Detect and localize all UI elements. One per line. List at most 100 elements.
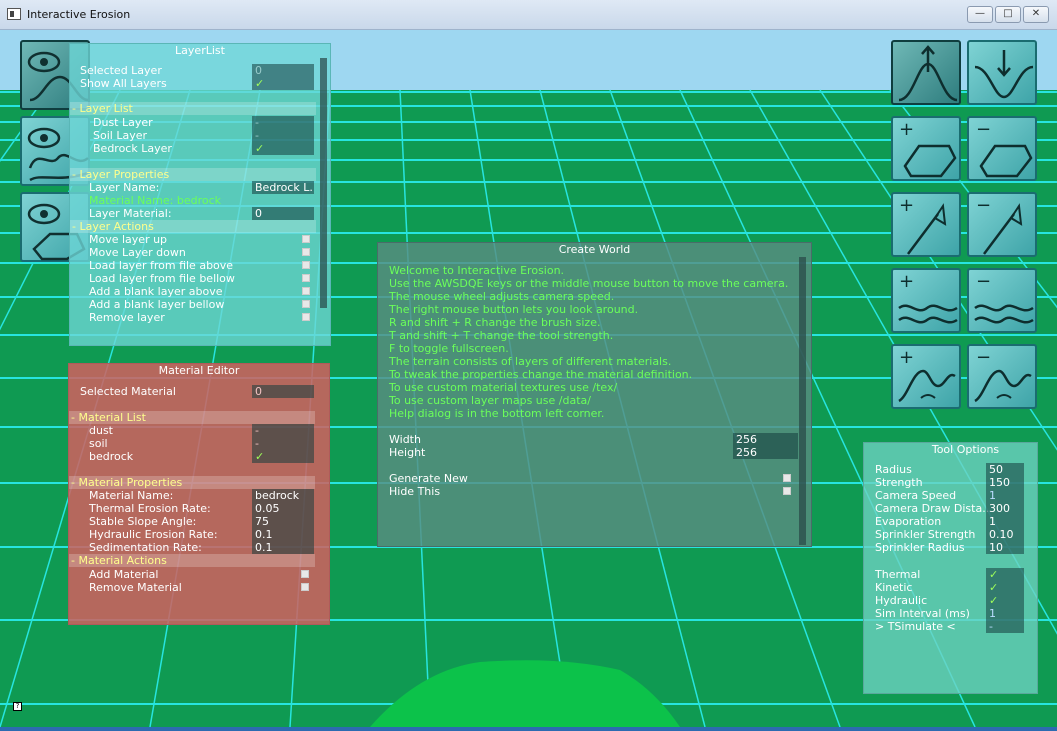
option-label: Evaporation xyxy=(875,515,942,528)
material-item-soil[interactable]: soil - xyxy=(69,437,319,450)
action-button[interactable] xyxy=(302,274,310,282)
material-editor-panel: Material Editor Selected Material 0 - Ma… xyxy=(68,363,330,625)
kinetic-checkbox[interactable]: ✓ xyxy=(986,581,1024,594)
radius-input[interactable]: 50 xyxy=(986,463,1024,476)
add-mound-icon: + xyxy=(898,347,956,403)
layer-list-section: - Layer List xyxy=(70,102,316,115)
action-button[interactable] xyxy=(302,313,310,321)
add-hexagon-button[interactable]: + xyxy=(891,116,961,181)
width-input[interactable]: 256 xyxy=(733,433,798,446)
camera-speed-input[interactable]: 1 xyxy=(986,489,1024,502)
hydraulic-erosion-rate-input[interactable]: 0.1 xyxy=(252,528,314,541)
layer-item-toggle[interactable]: - xyxy=(252,116,314,129)
action-button[interactable] xyxy=(301,583,309,591)
add-material-action[interactable]: Add Material xyxy=(69,568,319,581)
evaporation-input[interactable]: 1 xyxy=(986,515,1024,528)
move-layer-down-action[interactable]: Move Layer down xyxy=(70,246,320,259)
layer-item-bedrock[interactable]: Bedrock Layer ✓ xyxy=(70,142,320,155)
camera-speed-row: Camera Speed 1 xyxy=(864,489,1034,502)
raise-terrain-button[interactable] xyxy=(891,40,961,105)
generate-new-row[interactable]: Generate New xyxy=(378,472,803,485)
hide-this-button[interactable] xyxy=(783,487,791,495)
layer-item-dust[interactable]: Dust Layer - xyxy=(70,116,320,129)
minimize-button[interactable]: — xyxy=(967,6,993,23)
lower-terrain-icon xyxy=(974,50,1034,99)
option-label: Camera Speed xyxy=(875,489,957,502)
add-mound-button[interactable]: + xyxy=(891,344,961,409)
maximize-button[interactable]: □ xyxy=(995,6,1021,23)
material-list-section: - Material List xyxy=(69,411,315,424)
material-item-toggle[interactable]: ✓ xyxy=(252,450,314,463)
material-item-bedrock[interactable]: bedrock ✓ xyxy=(69,450,319,463)
svg-text:+: + xyxy=(899,271,914,292)
action-button[interactable] xyxy=(302,300,310,308)
remove-mound-button[interactable]: − xyxy=(967,344,1037,409)
material-name-input[interactable]: bedrock xyxy=(252,489,314,502)
help-line: The right mouse button lets you look aro… xyxy=(389,303,639,316)
hide-this-row[interactable]: Hide This xyxy=(378,485,803,498)
layer-item-toggle[interactable]: - xyxy=(252,129,314,142)
material-item-dust[interactable]: dust - xyxy=(69,424,319,437)
layer-item-label: Dust Layer xyxy=(93,116,153,129)
create-world-scrollbar[interactable] xyxy=(799,257,806,545)
close-button[interactable]: ✕ xyxy=(1023,6,1049,23)
layer-item-toggle[interactable]: ✓ xyxy=(252,142,314,155)
add-sprinkler-button[interactable]: + xyxy=(891,192,961,257)
height-input[interactable]: 256 xyxy=(733,446,798,459)
selected-material-input[interactable]: 0 xyxy=(252,385,314,398)
generate-new-label: Generate New xyxy=(389,472,468,485)
strength-input[interactable]: 150 xyxy=(986,476,1024,489)
sprinkler-strength-input[interactable]: 0.10 xyxy=(986,528,1024,541)
add-blank-layer-above-action[interactable]: Add a blank layer above xyxy=(70,285,320,298)
remove-water-button[interactable]: − xyxy=(967,268,1037,333)
option-label: Camera Draw Dista.. xyxy=(875,502,990,515)
action-button[interactable] xyxy=(302,261,310,269)
sprinkler-radius-row: Sprinkler Radius 10 xyxy=(864,541,1034,554)
sedimentation-rate-input[interactable]: 0.1 xyxy=(252,541,314,554)
selected-layer-input[interactable]: 0 xyxy=(252,64,314,77)
sprinkler-radius-input[interactable]: 10 xyxy=(986,541,1024,554)
lower-terrain-button[interactable] xyxy=(967,40,1037,105)
action-button[interactable] xyxy=(302,248,310,256)
remove-sprinkler-button[interactable]: − xyxy=(967,192,1037,257)
camera-draw-distance-input[interactable]: 300 xyxy=(986,502,1024,515)
add-water-button[interactable]: + xyxy=(891,268,961,333)
generate-new-button[interactable] xyxy=(783,474,791,482)
action-label: Load layer from file above xyxy=(89,259,234,272)
thermal-erosion-rate-input[interactable]: 0.05 xyxy=(252,502,314,515)
layer-list-panel: LayerList Selected Layer 0 Show All Laye… xyxy=(69,43,331,346)
layer-material-row: Layer Material: 0 xyxy=(70,207,320,220)
load-layer-above-action[interactable]: Load layer from file above xyxy=(70,259,320,272)
move-layer-up-action[interactable]: Move layer up xyxy=(70,233,320,246)
action-label: Move layer up xyxy=(89,233,168,246)
action-button[interactable] xyxy=(302,287,310,295)
thermal-checkbox[interactable]: ✓ xyxy=(986,568,1024,581)
help-icon[interactable]: ? xyxy=(13,702,22,711)
show-all-layers-checkbox[interactable]: ✓ xyxy=(252,77,314,90)
strength-row: Strength 150 xyxy=(864,476,1034,489)
simulate-toggle[interactable]: - xyxy=(986,620,1024,633)
remove-layer-action[interactable]: Remove layer xyxy=(70,311,320,324)
help-text: Welcome to Interactive Erosion. Use the … xyxy=(389,264,799,420)
add-blank-layer-bellow-action[interactable]: Add a blank layer bellow xyxy=(70,298,320,311)
material-item-label: soil xyxy=(89,437,108,450)
stable-slope-angle-input[interactable]: 75 xyxy=(252,515,314,528)
hydraulic-checkbox[interactable]: ✓ xyxy=(986,594,1024,607)
material-item-toggle[interactable]: - xyxy=(252,437,314,450)
layer-list-scrollbar[interactable] xyxy=(320,58,327,308)
option-label: Sprinkler Radius xyxy=(875,541,965,554)
action-label: Add a blank layer bellow xyxy=(89,298,225,311)
layer-material-input[interactable]: 0 xyxy=(252,207,314,220)
action-button[interactable] xyxy=(302,235,310,243)
layer-properties-section-label: Layer Properties xyxy=(79,168,170,181)
sim-interval-input[interactable]: 1 xyxy=(986,607,1024,620)
material-prop-label: Hydraulic Erosion Rate: xyxy=(89,528,218,541)
load-layer-bellow-action[interactable]: Load layer from file bellow xyxy=(70,272,320,285)
material-actions-section: - Material Actions xyxy=(69,554,315,567)
remove-hexagon-button[interactable]: − xyxy=(967,116,1037,181)
action-button[interactable] xyxy=(301,570,309,578)
remove-material-action[interactable]: Remove Material xyxy=(69,581,319,594)
layer-item-soil[interactable]: Soil Layer - xyxy=(70,129,320,142)
layer-name-input[interactable]: Bedrock L... xyxy=(252,181,314,194)
material-item-toggle[interactable]: - xyxy=(252,424,314,437)
